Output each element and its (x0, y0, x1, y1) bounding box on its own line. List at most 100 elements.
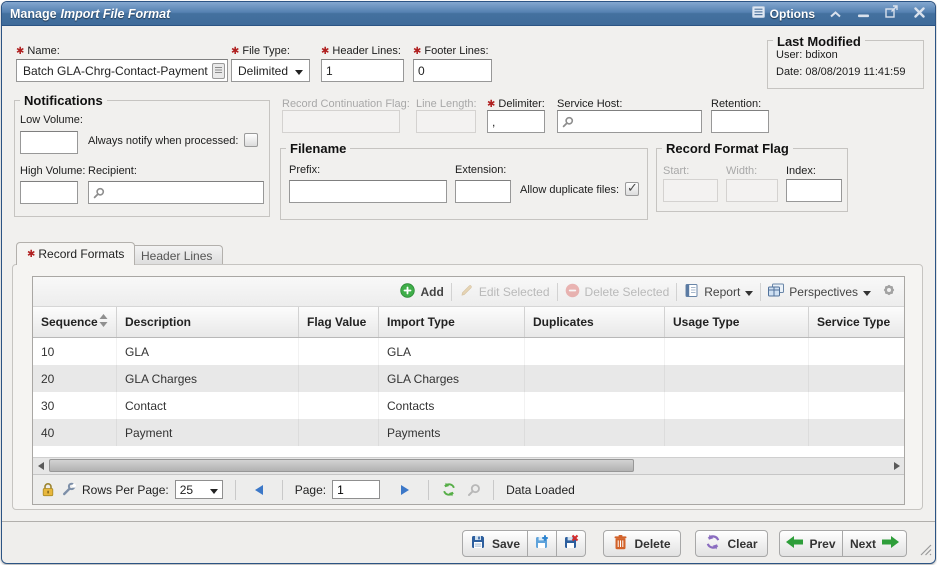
required-marker: ✱ (487, 99, 495, 110)
table-row[interactable]: 10GLAGLA (33, 338, 904, 365)
rows-per-page-select[interactable]: 25 (175, 480, 223, 499)
toolbar-separator (760, 283, 761, 301)
scroll-left-arrow-icon[interactable] (33, 458, 48, 474)
name-label: ✱Name: (16, 45, 60, 57)
index-input[interactable] (786, 179, 842, 202)
collapse-button[interactable] (827, 6, 843, 22)
header-lines-input[interactable] (321, 59, 404, 82)
delimiter-input[interactable] (487, 110, 545, 133)
next-page-icon[interactable] (394, 484, 416, 496)
column-header-description[interactable]: Description (117, 307, 299, 337)
table-row[interactable]: 40PaymentPayments (33, 419, 904, 446)
add-button[interactable]: Add (400, 283, 443, 301)
prefix-input[interactable] (289, 180, 447, 203)
cell-sequence: 30 (33, 392, 117, 419)
text-edit-icon[interactable] (212, 63, 225, 79)
prefix-label: Prefix: (289, 164, 320, 176)
column-header-duplicates[interactable]: Duplicates (525, 307, 665, 337)
allow-duplicate-files-label: Allow duplicate files: (520, 184, 619, 196)
retention-input[interactable] (711, 110, 769, 133)
perspectives-button[interactable]: Perspectives (768, 283, 871, 300)
report-icon (684, 283, 699, 301)
tab-record-formats[interactable]: ✱Record Formats (16, 242, 135, 265)
pager-separator (282, 480, 283, 500)
last-modified-user: User: bdixon (776, 49, 838, 61)
lock-icon[interactable] (41, 482, 55, 497)
cell-usage-type (665, 338, 809, 365)
cell-service-type (809, 392, 904, 419)
column-header-flag-value[interactable]: Flag Value (299, 307, 379, 337)
cell-service-type (809, 338, 904, 365)
page-input[interactable] (332, 480, 380, 499)
line-length-input (416, 110, 476, 133)
prev-button[interactable]: Prev (779, 530, 843, 557)
last-modified-legend: Last Modified (773, 34, 865, 49)
horizontal-scrollbar[interactable] (33, 457, 904, 474)
refresh-icon[interactable] (441, 482, 457, 497)
always-notify-checkbox[interactable] (244, 133, 258, 147)
service-host-input[interactable] (577, 114, 699, 130)
trash-icon (613, 534, 628, 553)
cell-flag-value (299, 365, 379, 392)
column-header-import-type[interactable]: Import Type (379, 307, 525, 337)
search-icon[interactable] (467, 483, 481, 497)
table-row[interactable]: 20GLA ChargesGLA Charges (33, 365, 904, 392)
previous-page-icon[interactable] (248, 484, 270, 496)
cell-description: GLA Charges (117, 365, 299, 392)
file-type-select[interactable]: Delimited (231, 59, 310, 82)
required-marker: ✱ (321, 46, 329, 57)
clear-button[interactable]: Clear (695, 530, 768, 557)
window-title: ManageImport File Format (10, 7, 170, 21)
column-header-usage-type[interactable]: Usage Type (665, 307, 809, 337)
column-header-service-type[interactable]: Service Type (809, 307, 904, 337)
tab-header-lines[interactable]: Header Lines (130, 245, 223, 265)
column-header-sequence[interactable]: Sequence (33, 307, 117, 337)
delimiter-label: ✱Delimiter: (487, 98, 545, 110)
notifications-legend: Notifications (20, 93, 107, 108)
toolbar-separator (557, 283, 558, 301)
close-button[interactable] (911, 6, 927, 22)
options-button[interactable]: Options (752, 6, 815, 21)
recipient-input[interactable] (108, 185, 261, 201)
recipient-field-wrap (88, 181, 264, 204)
cell-sequence: 10 (33, 338, 117, 365)
cell-description: Contact (117, 392, 299, 419)
allow-duplicate-files-checkbox[interactable] (625, 182, 639, 196)
next-button[interactable]: Next (843, 530, 907, 557)
high-volume-label: High Volume: (20, 165, 85, 177)
wrench-icon[interactable] (61, 482, 76, 497)
popout-button[interactable] (883, 6, 899, 22)
toolbar-separator (451, 283, 452, 301)
scroll-right-arrow-icon[interactable] (889, 458, 904, 474)
high-volume-input[interactable] (20, 181, 78, 204)
cell-import-type: GLA Charges (379, 365, 525, 392)
extension-input[interactable] (455, 180, 511, 203)
sort-icon[interactable] (99, 314, 108, 330)
footer-lines-input[interactable] (413, 59, 492, 82)
record-continuation-flag-label: Record Continuation Flag: (282, 98, 410, 110)
name-input[interactable] (21, 63, 212, 79)
save-and-new-button[interactable] (528, 530, 557, 557)
table-row[interactable]: 30ContactContacts (33, 392, 904, 419)
cell-duplicates (525, 419, 665, 446)
grid-settings-button[interactable] (882, 283, 896, 300)
report-button[interactable]: Report (684, 283, 753, 301)
scrollbar-thumb[interactable] (49, 459, 634, 472)
titlebar[interactable]: ManageImport File Format Options (2, 2, 935, 26)
search-icon[interactable] (562, 116, 574, 128)
extension-label: Extension: (455, 164, 506, 176)
search-icon[interactable] (93, 187, 105, 199)
recipient-label: Recipient: (88, 165, 137, 177)
low-volume-label: Low Volume: (20, 114, 83, 126)
cell-flag-value (299, 419, 379, 446)
clear-icon (705, 534, 721, 553)
delete-button[interactable]: Delete (603, 530, 681, 557)
save-and-close-button[interactable] (557, 530, 586, 557)
index-label: Index: (786, 165, 816, 177)
resize-grip[interactable] (919, 543, 932, 561)
minus-circle-icon (565, 283, 580, 301)
save-button[interactable]: Save (462, 530, 528, 557)
minimize-button[interactable] (855, 6, 871, 22)
save-close-icon (563, 534, 579, 553)
low-volume-input[interactable] (20, 131, 78, 154)
